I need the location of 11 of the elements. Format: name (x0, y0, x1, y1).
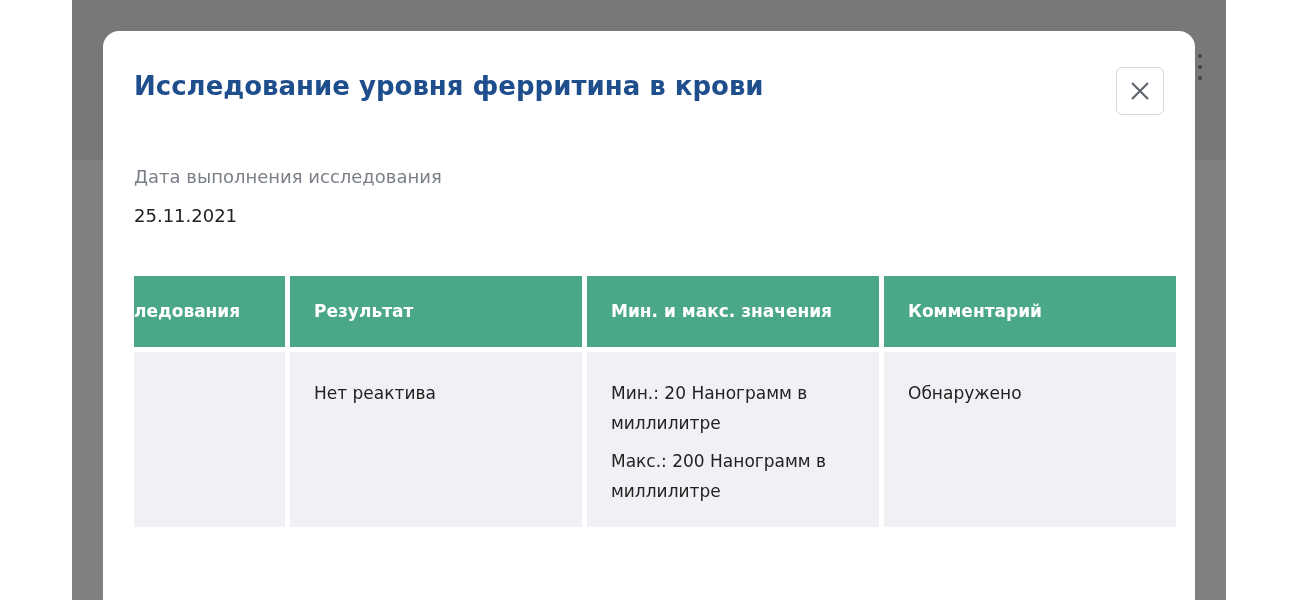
column-header: ледования (134, 276, 285, 347)
cell-text: Макс.: 200 Нанограмм в миллилитре (611, 450, 827, 503)
cell-text: Обнаружено (908, 382, 1023, 405)
column-header: Мин. и макс. значения (587, 276, 879, 347)
column-header: Результат (290, 276, 582, 347)
cell-text: Нет реактива (314, 382, 437, 405)
modal-title: Исследование уровня ферритина в крови (134, 71, 764, 103)
date-label: Дата выполнения исследования (134, 165, 443, 189)
date-value: 25.11.2021 (134, 204, 239, 228)
cell-text: Мин.: 20 Нанограмм в миллилитре (611, 382, 809, 435)
column-header: Комментарий (884, 276, 1176, 347)
